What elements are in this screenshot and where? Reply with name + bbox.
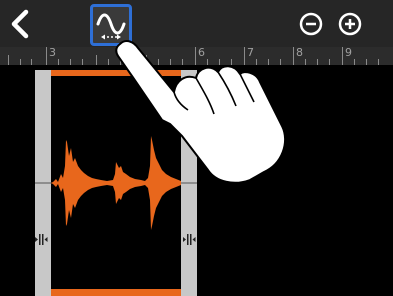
ruler-tick	[46, 47, 47, 65]
ruler-tick	[82, 59, 83, 65]
ruler-tick	[70, 59, 71, 65]
chevron-left-icon[interactable]	[2, 6, 38, 42]
ruler-tick	[8, 55, 9, 65]
region-bottom-bar	[51, 289, 181, 296]
ruler-tick	[58, 59, 59, 65]
ruler-label: 9	[345, 46, 352, 59]
ruler-tick	[366, 59, 367, 65]
ruler-tick	[378, 59, 379, 65]
sine-wave-icon	[96, 13, 126, 40]
zoom-in-icon[interactable]	[337, 11, 363, 37]
ruler-tick	[20, 59, 21, 65]
zoom-out-icon[interactable]	[298, 11, 324, 37]
tap-gesture-hand-icon	[115, 40, 287, 184]
ruler-tick	[317, 59, 318, 65]
ruler-tick	[329, 59, 330, 65]
ruler-label: 3	[49, 46, 56, 59]
ruler-tick	[342, 47, 343, 65]
ruler-tick	[108, 59, 109, 65]
ruler-tick	[31, 59, 32, 65]
ruler-tick	[96, 55, 97, 65]
ruler-tick	[354, 59, 355, 65]
